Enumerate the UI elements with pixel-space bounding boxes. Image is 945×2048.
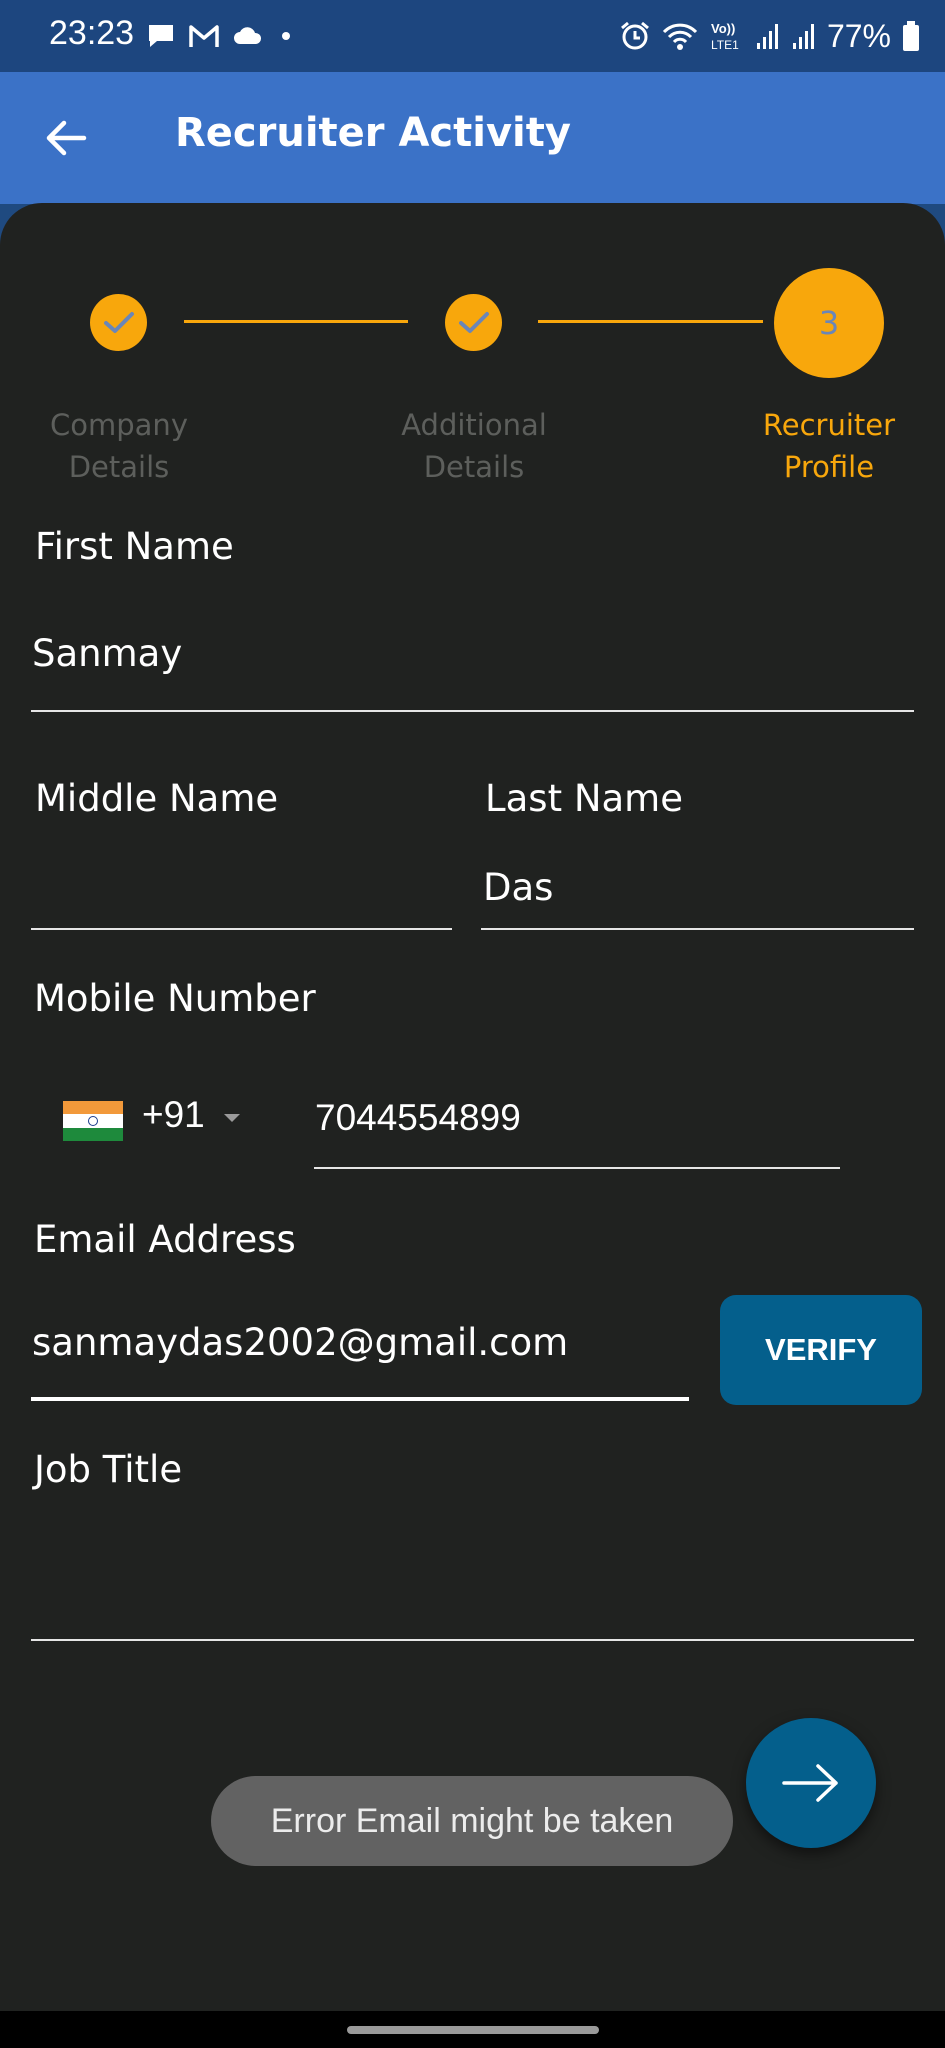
home-handle[interactable] [347,2026,599,2034]
first-name-underline [31,710,914,712]
svg-text:LTE1: LTE1 [711,38,739,52]
step-3-label: Recruiter Profile [762,408,896,484]
job-title-label: Job Title [34,1448,183,1491]
arrow-forward-icon [782,1764,838,1802]
signal-icon [756,24,778,49]
middle-name-underline [31,928,452,930]
alarm-icon [620,21,649,50]
battery-icon [903,21,919,51]
navigation-bar [0,2011,945,2048]
step-connector [538,320,763,323]
job-title-input[interactable] [32,1560,912,1606]
page-title: Recruiter Activity [175,110,571,156]
last-name-label: Last Name [485,777,683,820]
verify-button[interactable]: VERIFY [720,1295,922,1405]
notification-icons [146,18,296,54]
middle-name-label: Middle Name [35,777,279,820]
step-1-indicator[interactable] [90,294,147,351]
check-icon [103,311,134,333]
status-bar: 23:23 Vo)) LTE1 77% [0,0,945,72]
wifi-icon [662,23,698,50]
email-label: Email Address [34,1218,296,1261]
app-bar: Recruiter Activity [0,72,945,204]
status-time: 23:23 [49,14,135,52]
cloud-icon [234,27,262,44]
step-2-label: Additional Details [401,408,547,484]
country-code-selector[interactable]: +91 [142,1094,205,1136]
first-name-label: First Name [35,525,234,568]
svg-text:Vo)): Vo)) [711,21,735,36]
step-number: 3 [818,304,840,342]
step-1-label: Company Details [50,408,188,484]
job-title-underline [31,1639,914,1641]
system-icons: Vo)) LTE1 77% [619,14,921,58]
india-flag-icon[interactable] [63,1101,123,1141]
volte-icon: Vo)) LTE1 [711,21,739,52]
battery-percent: 77% [826,17,891,54]
message-icon [149,25,173,47]
mobile-number-label: Mobile Number [34,977,316,1020]
email-underline [31,1397,689,1401]
email-input[interactable]: sanmaydas2002@gmail.com [32,1321,682,1364]
check-icon [458,311,489,333]
gmail-icon [189,25,219,47]
mobile-number-underline [314,1167,840,1169]
arrow-back-icon [46,120,87,156]
last-name-input[interactable]: Das [483,866,913,909]
step-connector [184,320,408,323]
back-button[interactable] [34,106,98,170]
next-button[interactable] [746,1718,876,1848]
signal-icon [792,24,814,49]
step-2-indicator[interactable] [445,294,502,351]
middle-name-input[interactable] [32,866,452,912]
first-name-input[interactable]: Sanmay [32,632,912,675]
error-toast: Error Email might be taken [211,1776,733,1866]
dot-icon [282,32,290,40]
last-name-underline [481,928,914,930]
step-3-indicator[interactable]: 3 [774,268,884,378]
chevron-down-icon[interactable] [224,1114,240,1122]
mobile-number-input[interactable]: 7044554899 [315,1097,521,1139]
